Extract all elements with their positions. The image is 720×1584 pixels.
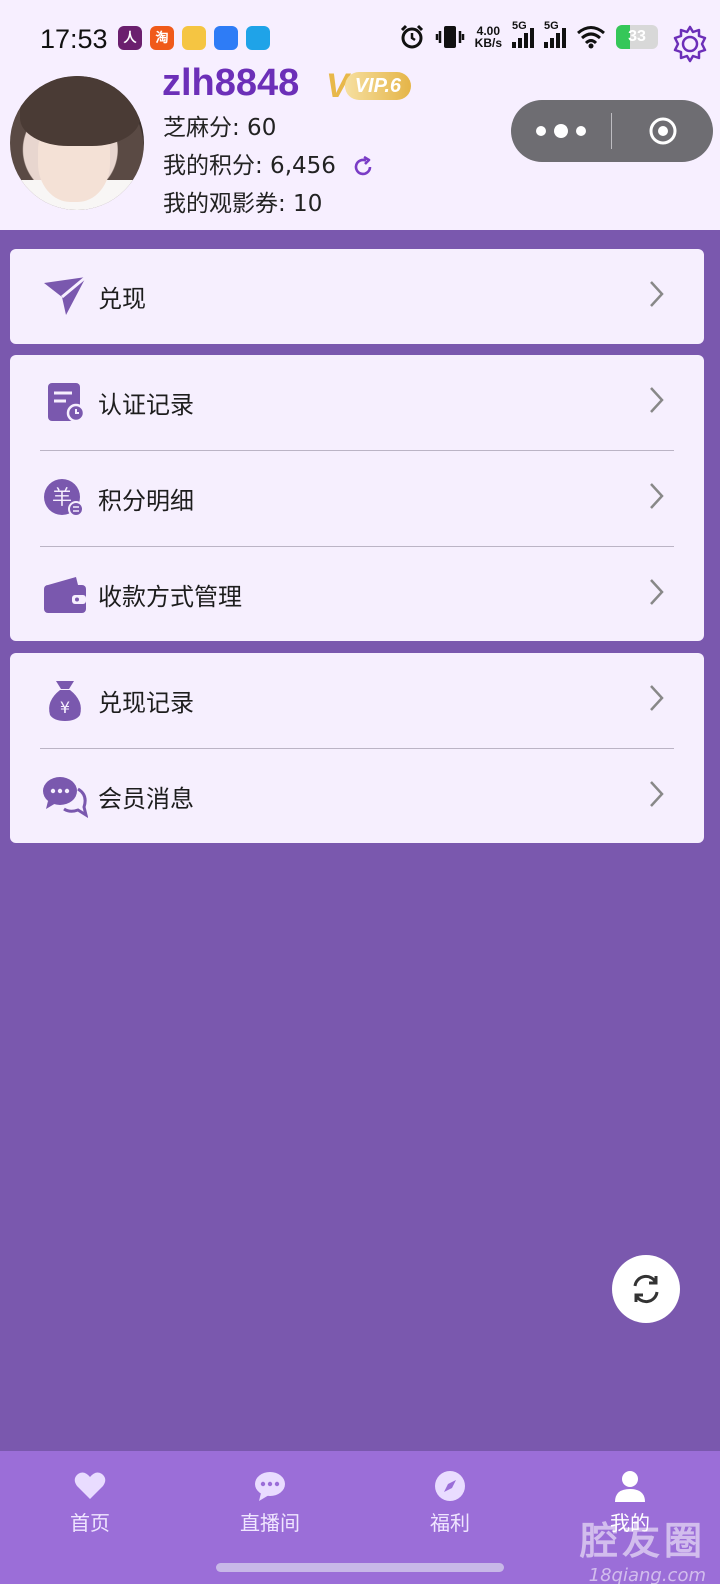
browser-notification-icon [214,26,238,50]
signal-2: 5G [544,20,566,48]
profile-header: 17:53 人 淘 4.00 KB/s 5G 5G 33 zlh8848 V V… [0,0,720,230]
money-bag-icon: ¥ [49,681,81,721]
wallet-icon [44,577,86,613]
menu-item-auth-records[interactable]: 认证记录 [10,355,704,450]
chevron-right-icon [650,781,664,807]
signal-2-label: 5G [544,20,559,32]
close-miniprogram-icon[interactable] [612,116,713,146]
heart-icon [74,1472,106,1499]
menu-card-records: 认证记录 羊 积分明细 收款方式管理 [10,355,704,641]
tab-live[interactable]: 直播间 [210,1469,330,1536]
avatar[interactable] [10,76,144,210]
battery-indicator: 33 [616,25,658,49]
menu-item-label: 会员消息 [98,785,194,813]
yen-coin-icon: 羊 [44,479,84,517]
menu-item-label: 收款方式管理 [98,583,242,611]
chat-bubbles-icon [43,777,88,819]
menu-item-label: 兑现记录 [98,689,194,717]
status-time: 17:53 [40,24,108,54]
menu-item-label: 积分明细 [98,487,194,515]
alarm-icon [400,24,423,49]
home-indicator[interactable] [216,1563,504,1572]
menu-item-points-detail[interactable]: 羊 积分明细 [10,451,704,546]
tab-label: 直播间 [240,1511,300,1535]
menu-item-payment-methods[interactable]: 收款方式管理 [10,547,704,642]
chevron-right-icon [650,579,664,605]
notification-app-icons: 人 淘 [118,26,270,50]
menu-item-withdraw[interactable]: 兑现 [10,249,704,344]
signal-1: 5G [512,20,534,48]
chevron-right-icon [650,387,664,413]
vibrate-icon [435,26,464,48]
miniprogram-capsule [511,100,713,162]
tab-welfare[interactable]: 福利 [390,1469,510,1536]
username: zlh8848 [162,62,300,104]
compass-icon [435,1471,465,1501]
watermark-title: 腔友圈 [579,1519,706,1563]
tab-label: 福利 [430,1511,470,1535]
chat-icon [255,1472,285,1501]
signal-1-label: 5G [512,20,527,32]
vip-badge: V VIP.6 [326,67,412,105]
chevron-right-icon [650,281,664,307]
menu-item-label: 兑现 [98,285,146,313]
notes-notification-icon [182,26,206,50]
points-value: 我的积分: 6,456 [163,153,336,179]
menu-item-label: 认证记录 [98,391,194,419]
watermark: 腔友圈 18qiang.com [580,1510,706,1584]
tab-label: 首页 [70,1511,110,1535]
user-icon [615,1471,645,1502]
wifi-icon [577,26,605,49]
refresh-points-icon[interactable] [351,155,375,179]
tab-home[interactable]: 首页 [30,1469,150,1536]
network-speed-unit: KB/s [474,36,502,50]
svg-text:¥: ¥ [60,698,70,717]
watermark-url: 18qiang.com [588,1565,706,1584]
taobao-notification-icon: 淘 [150,26,174,50]
paper-plane-icon [44,275,87,315]
battery-percent: 33 [628,28,646,45]
status-bar: 17:53 人 淘 4.00 KB/s 5G 5G 33 [0,18,720,64]
points-row: 我的积分: 6,456 [163,146,375,180]
record-clock-icon [48,383,86,423]
app-notification-icon: 人 [118,26,142,50]
wifi-app-notification-icon [246,26,270,50]
status-indicators: 4.00 KB/s 5G 5G 33 [399,20,658,50]
sesame-score: 芝麻分: 60 [163,115,277,141]
settings-gear-icon[interactable] [670,24,710,64]
refresh-icon [633,1274,659,1304]
refresh-button[interactable] [612,1255,680,1323]
vip-level: VIP.6 [344,72,412,100]
menu-item-member-messages[interactable]: 会员消息 [10,749,704,844]
menu-card-withdraw: 兑现 [10,249,704,344]
more-menu-icon[interactable] [511,124,611,138]
chevron-right-icon [650,483,664,509]
tickets-count: 我的观影券: 10 [163,191,323,217]
menu-card-messages: ¥ 兑现记录 会员消息 [10,653,704,843]
menu-item-withdraw-records[interactable]: ¥ 兑现记录 [10,653,704,748]
chevron-right-icon [650,685,664,711]
network-speed: 4.00 KB/s [475,25,502,49]
